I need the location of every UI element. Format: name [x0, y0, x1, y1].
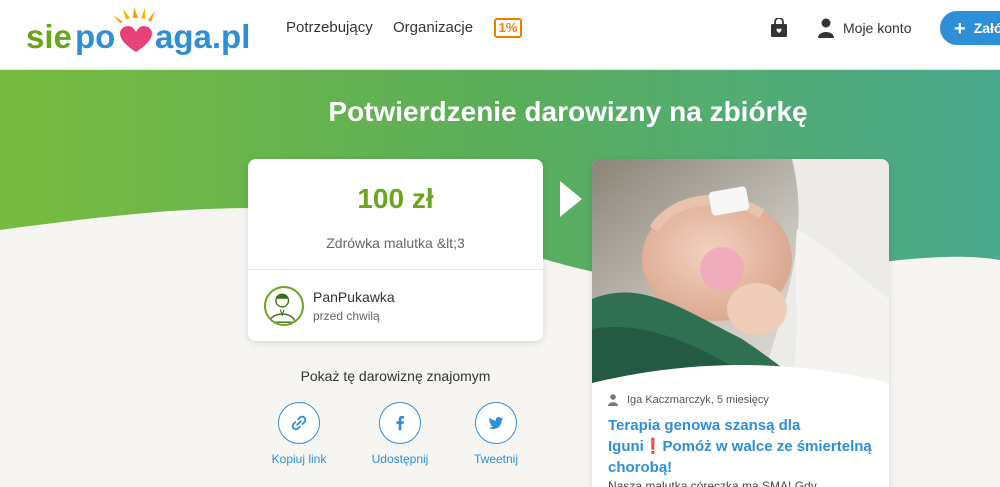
sun-rays-icon — [113, 7, 155, 23]
site-header: sie po aga.pl Potrzebujący Organizacje 1… — [0, 0, 1000, 70]
copy-link-button[interactable]: Kopiuj link — [259, 402, 339, 466]
twitter-icon — [488, 417, 504, 429]
logo-text-po: po — [75, 18, 115, 55]
facebook-share-button[interactable]: Udostępnij — [360, 402, 440, 466]
logo-text-left: sie — [26, 18, 72, 55]
donation-time: przed chwilą — [313, 309, 380, 323]
fundraiser-card[interactable]: Iga Kaczmarczyk, 5 miesięcy Terapia geno… — [592, 159, 889, 487]
fundraiser-photo[interactable] — [592, 159, 889, 383]
donation-message: Zdrówka malutka &lt;3 — [326, 235, 465, 251]
heart-logo-icon — [120, 25, 152, 52]
shopping-bag-icon[interactable] — [770, 18, 788, 38]
card-divider — [248, 269, 543, 270]
donation-amount: 100 zł — [357, 183, 434, 214]
create-fundraiser-label: Załóż — [973, 20, 1000, 36]
logo-text-right: aga.pl — [155, 18, 250, 55]
avatar[interactable] — [264, 286, 304, 326]
one-percent-badge[interactable]: 1% — [494, 18, 522, 38]
fundraiser-title[interactable]: Terapia genowa szansą dla Iguni❗Pomóż w … — [608, 415, 878, 478]
link-icon — [291, 415, 307, 431]
facebook-share-label: Udostępnij — [371, 452, 429, 466]
plus-icon: + — [954, 18, 966, 40]
create-fundraiser-button[interactable]: + Załóż — [940, 11, 1000, 45]
fundraiser-description: Nasza malutka córeczka ma SMA! Gdy — [608, 479, 817, 487]
twitter-share-label: Tweetnij — [473, 452, 519, 466]
user-icon[interactable] — [818, 18, 834, 38]
donation-card: 100 zł Zdrówka malutka &lt;3 PanPukawka … — [248, 159, 543, 341]
facebook-icon — [396, 415, 405, 431]
share-heading: Pokaż tę darowiznę znajomym — [300, 368, 491, 384]
person-icon — [608, 394, 618, 406]
person-icon — [268, 293, 296, 323]
fundraiser-author: Iga Kaczmarczyk, 5 miesięcy — [627, 394, 769, 406]
donor-name[interactable]: PanPukawka — [313, 289, 395, 305]
page-title: Potwierdzenie darowizny na zbiórkę — [328, 96, 808, 127]
nav-potrzebujacy[interactable]: Potrzebujący — [286, 19, 373, 36]
twitter-share-button[interactable]: Tweetnij — [456, 402, 536, 466]
arrow-right-icon — [560, 181, 582, 217]
copy-link-label: Kopiuj link — [271, 452, 327, 466]
site-logo[interactable]: sie po aga.pl — [24, 6, 260, 58]
nav-organizacje[interactable]: Organizacje — [393, 19, 473, 36]
my-account-link[interactable]: Moje konto — [843, 20, 911, 36]
